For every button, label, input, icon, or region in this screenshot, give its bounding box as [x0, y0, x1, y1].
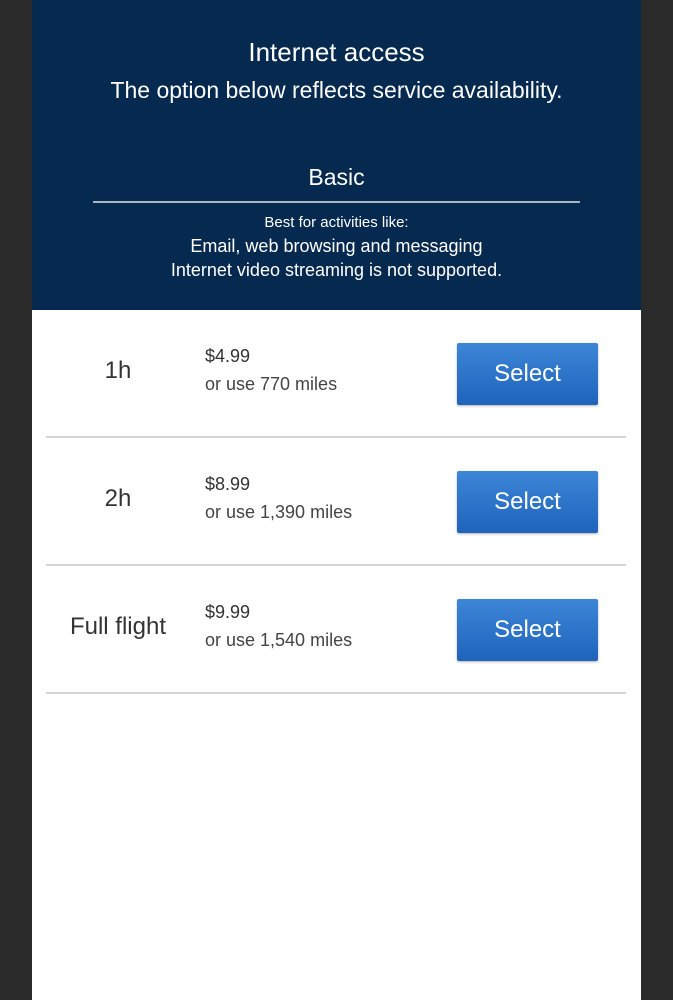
best-for-label: Best for activities like: [264, 214, 409, 231]
streaming-note: Internet video streaming is not supporte… [170, 260, 503, 280]
plan-miles: or use 770 miles [205, 374, 338, 394]
select-1h-button[interactable]: Select [457, 343, 598, 405]
plan-row-full-flight: Full flight $9.99 or use 1,540 miles Sel… [46, 566, 626, 694]
header-panel: Internet access The option below reflect… [32, 0, 641, 310]
plan-miles: or use 1,390 miles [205, 502, 353, 522]
page-title: Internet access [248, 37, 425, 67]
plan-price: $9.99 [205, 602, 251, 622]
plan-duration: Full flight [69, 613, 167, 640]
plan-miles: or use 1,540 miles [205, 630, 353, 650]
select-full-flight-button[interactable]: Select [457, 599, 598, 661]
select-2h-button[interactable]: Select [457, 471, 598, 533]
plan-price: $4.99 [205, 346, 251, 366]
activities-text: Email, web browsing and messaging [190, 236, 483, 256]
plan-row-2h: 2h $8.99 or use 1,390 miles Select [46, 438, 626, 566]
wifi-purchase-screen: Internet access The option below reflect… [32, 0, 641, 1000]
tier-name: Basic [308, 164, 365, 190]
plan-duration: 1h [104, 357, 132, 384]
page-subtitle: The option below reflects service availa… [110, 77, 563, 103]
plan-price: $8.99 [205, 474, 251, 494]
plan-row-1h: 1h $4.99 or use 770 miles Select [46, 310, 626, 438]
plan-duration: 2h [104, 485, 132, 512]
tier-divider [93, 201, 580, 203]
